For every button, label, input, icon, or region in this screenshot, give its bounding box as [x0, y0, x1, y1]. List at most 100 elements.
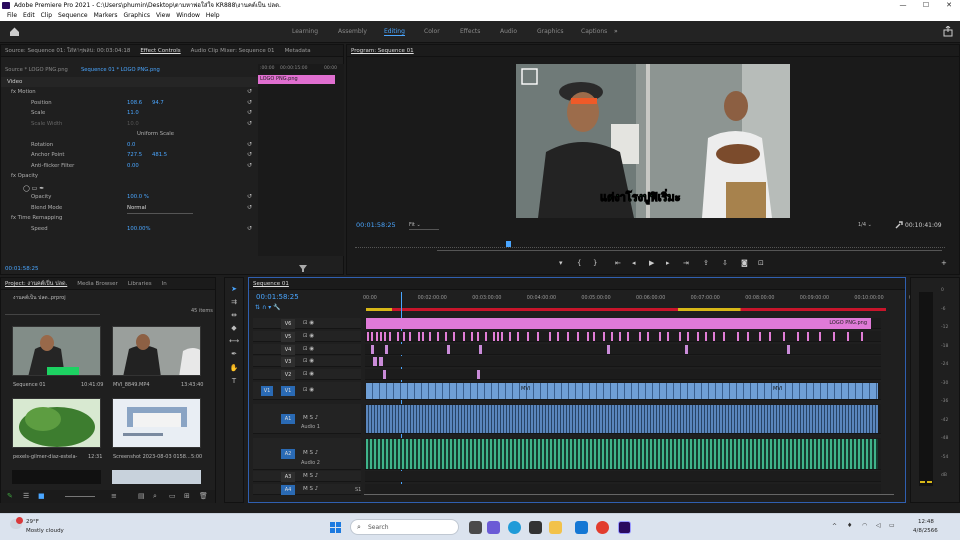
ec-row-opacity-section[interactable]: fx Opacity — [1, 171, 258, 182]
track-select-tool-icon[interactable]: ⇉ — [228, 298, 240, 309]
graphic-clip[interactable] — [687, 332, 689, 341]
reset-icon[interactable]: ↺ — [247, 224, 252, 235]
graphic-clip[interactable] — [422, 332, 424, 341]
zoom-scrollbar[interactable] — [437, 250, 942, 251]
playhead-indicator[interactable] — [506, 241, 511, 247]
track-visibility-icon[interactable]: ⊡ ◉ — [303, 346, 314, 352]
graphic-clip[interactable] — [593, 332, 595, 341]
tab-project[interactable]: Project: งานคต์เป็น ปลด. — [5, 278, 67, 289]
marker-icon[interactable]: ▾ — [559, 259, 563, 267]
premiere-taskbar-icon[interactable] — [618, 521, 631, 534]
ec-row-scale-width[interactable]: Scale Width 10.0 ↺ — [1, 119, 258, 130]
track-visibility-icon[interactable]: ⊡ ◉ — [303, 358, 314, 364]
tab-sequence-01[interactable]: Sequence 01 — [253, 278, 289, 289]
track-header-v1[interactable]: V1 ⊡ ◉ V1 — [253, 382, 361, 400]
track-target-a3[interactable]: A3 — [281, 471, 295, 482]
selection-tool-icon[interactable]: ➤ — [228, 285, 240, 296]
mail-icon[interactable] — [575, 521, 588, 534]
mark-out-icon[interactable]: } — [593, 259, 597, 267]
track-target-a4[interactable]: A4 — [281, 484, 295, 495]
tab-info[interactable]: In — [162, 278, 167, 289]
reset-icon[interactable]: ↺ — [247, 203, 252, 214]
graphic-clip[interactable] — [723, 332, 725, 341]
track-target-v6[interactable]: V6 — [281, 318, 295, 329]
play-icon[interactable]: ▶ — [649, 259, 654, 267]
graphic-clip[interactable] — [787, 345, 790, 354]
volume-icon[interactable]: ◁ — [876, 522, 881, 529]
find-icon[interactable]: ⌕ — [153, 492, 157, 501]
ec-value-opacity[interactable]: 100.0 % — [127, 192, 149, 203]
graphic-clip[interactable] — [567, 332, 569, 341]
ec-row-rotation[interactable]: Rotation 0.0 ↺ — [1, 140, 258, 151]
track-header-v4[interactable]: V4 ⊡ ◉ — [253, 344, 361, 355]
track-mute-solo-icons[interactable]: M S ♪ — [303, 415, 318, 421]
sequence-clip-label[interactable]: Sequence 01 * LOGO PNG.png — [81, 67, 160, 73]
settings-icon[interactable]: 🔧 — [273, 304, 280, 311]
graphic-clip[interactable] — [397, 332, 399, 341]
graphic-clip[interactable] — [737, 332, 739, 341]
thumbnail-pexels[interactable] — [12, 398, 101, 448]
ec-value2-anchor-point[interactable]: 481.5 — [152, 150, 167, 161]
slip-tool-icon[interactable]: ⟷ — [228, 337, 240, 348]
sort-icon[interactable]: ≡ — [111, 492, 117, 500]
thumbnail-sequence-01[interactable] — [12, 326, 101, 376]
track-target-v4[interactable]: V4 — [281, 344, 295, 355]
razor-tool-icon[interactable]: ◆ — [228, 324, 240, 335]
wifi-icon[interactable]: ◠ — [862, 522, 867, 529]
filter-icon[interactable] — [299, 265, 307, 272]
reset-icon[interactable]: ↺ — [247, 161, 252, 172]
track-target-v3[interactable]: V3 — [281, 356, 295, 367]
weather-temp[interactable]: 29°F — [26, 519, 39, 525]
graphic-clip[interactable] — [747, 332, 749, 341]
graphic-clip[interactable] — [577, 332, 579, 341]
graphic-clip[interactable] — [713, 332, 715, 341]
track-lane-v5[interactable] — [365, 331, 881, 342]
ripple-edit-tool-icon[interactable]: ⇹ — [228, 311, 240, 322]
graphic-clip[interactable] — [659, 332, 661, 341]
graphic-clip[interactable] — [537, 332, 539, 341]
clock-date[interactable]: 4/8/2566 — [913, 528, 938, 534]
reset-icon[interactable]: ↺ — [247, 87, 252, 98]
ec-row-anchor-point[interactable]: Anchor Point 727.5 481.5 ↺ — [1, 150, 258, 161]
track-target-v5[interactable]: V5 — [281, 331, 295, 342]
ec-value2-position[interactable]: 94.7 — [152, 98, 164, 109]
reset-icon[interactable]: ↺ — [247, 108, 252, 119]
extract-icon[interactable]: ⇩ — [722, 259, 728, 267]
menu-markers[interactable]: Markers — [91, 11, 121, 21]
export-frame-icon[interactable]: ◙ — [741, 259, 748, 267]
ec-row-position[interactable]: Position 108.6 94.7 ↺ — [1, 98, 258, 109]
automate-icon[interactable]: ▤ — [138, 492, 145, 500]
graphic-clip[interactable] — [627, 332, 629, 341]
ec-row-opacity[interactable]: Opacity 100.0 % ↺ — [1, 192, 258, 203]
reset-icon[interactable]: ↺ — [247, 98, 252, 109]
go-to-in-icon[interactable]: ⇤ — [615, 259, 621, 267]
graphic-clip[interactable] — [769, 332, 771, 341]
reset-icon[interactable]: ↺ — [247, 150, 252, 161]
ec-timecode[interactable]: 00:01:58:25 — [5, 266, 39, 272]
step-forward-icon[interactable]: ▸ — [666, 259, 670, 267]
tab-media-browser[interactable]: Media Browser — [77, 278, 118, 289]
project-search-input[interactable] — [5, 308, 100, 315]
graphic-clip[interactable] — [509, 332, 511, 341]
graphic-clip[interactable] — [517, 332, 519, 341]
graphic-clip[interactable] — [380, 332, 382, 341]
graphic-clip[interactable] — [759, 332, 761, 341]
source-clip-label[interactable]: Source * LOGO PNG.png — [5, 67, 68, 73]
ec-value-anti-flicker[interactable]: 0.00 — [127, 161, 139, 172]
workspace-effects[interactable]: Effects — [460, 28, 480, 35]
source-patch-v1[interactable]: V1 — [261, 386, 273, 396]
graphic-clip[interactable] — [619, 332, 621, 341]
graphic-clip[interactable] — [557, 332, 559, 341]
graphic-clip[interactable] — [384, 332, 386, 341]
add-button-icon[interactable]: + — [941, 259, 947, 267]
track-header-a4[interactable]: A4 M S ♪ — [253, 484, 361, 495]
graphic-clip[interactable] — [861, 332, 863, 341]
track-visibility-icon[interactable]: ⊡ ◉ — [303, 320, 314, 326]
tray-overflow-icon[interactable]: ^ — [832, 523, 837, 530]
close-button[interactable]: ✕ — [939, 0, 959, 11]
workspace-audio[interactable]: Audio — [500, 28, 517, 35]
graphic-clip[interactable] — [463, 332, 465, 341]
chat-icon[interactable] — [487, 521, 500, 534]
graphic-clip[interactable] — [549, 332, 551, 341]
go-to-out-icon[interactable]: ⇥ — [683, 259, 689, 267]
